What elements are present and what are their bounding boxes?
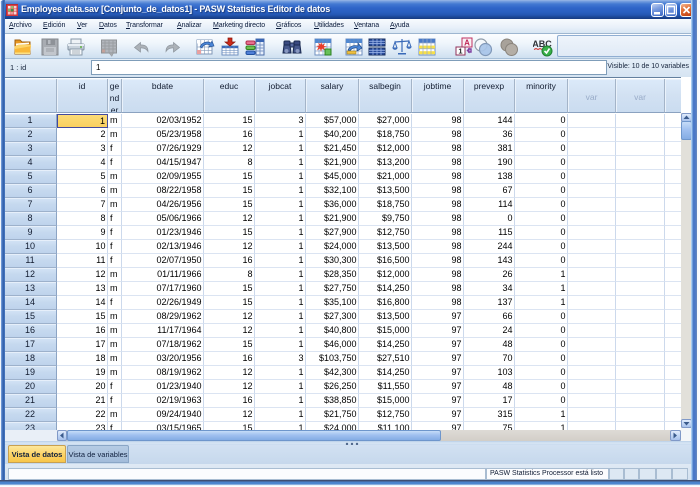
svg-text:A: A <box>464 39 470 48</box>
svg-text:1: 1 <box>458 47 462 56</box>
